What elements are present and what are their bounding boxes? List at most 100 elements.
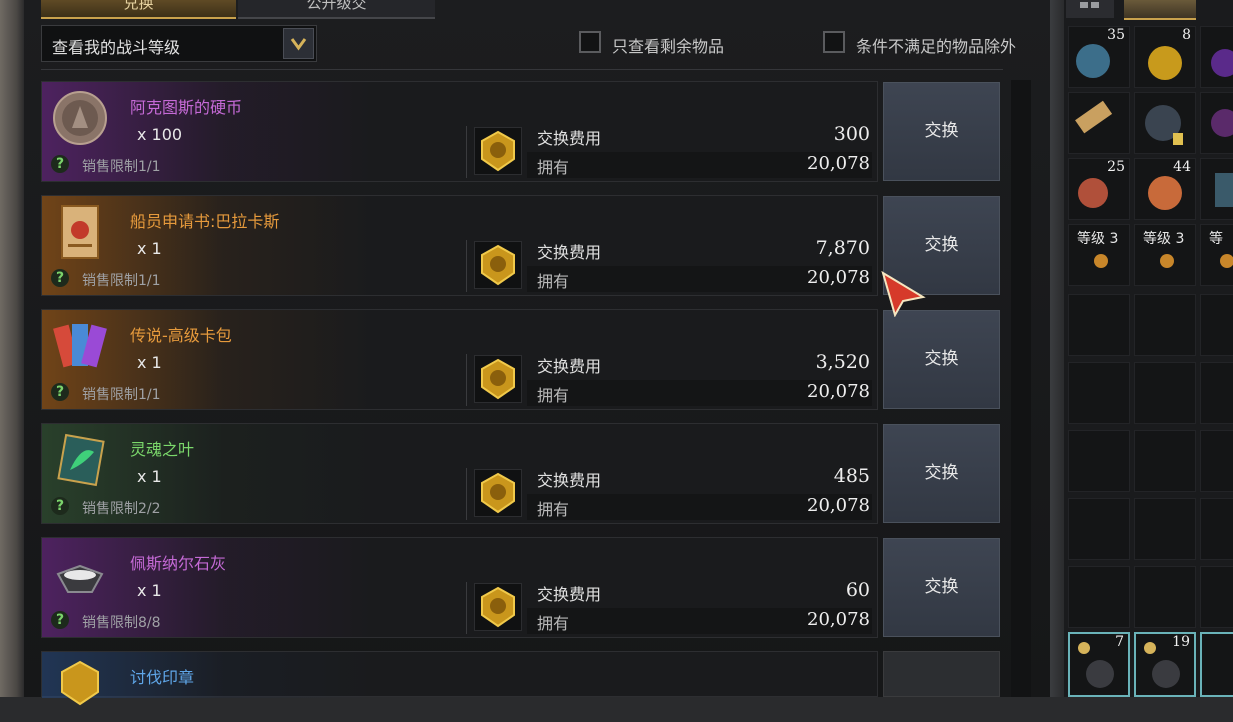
owned-value: 20,078 <box>807 381 870 402</box>
remaining-items-checkbox[interactable] <box>579 31 601 53</box>
inventory-slot[interactable] <box>1200 632 1233 697</box>
cost-label: 交换费用 <box>537 129 602 148</box>
item-name: 船员申请书:巴拉卡斯 <box>130 212 280 231</box>
header-divider <box>41 69 1003 70</box>
inventory-slot-empty[interactable] <box>1200 362 1233 424</box>
inventory-slot-empty[interactable] <box>1134 362 1196 424</box>
cost-value: 7,870 <box>815 237 870 259</box>
remaining-items-label: 只查看剩余物品 <box>612 37 725 56</box>
exclude-unmet-checkbox[interactable] <box>823 31 845 53</box>
inventory-slot-empty[interactable] <box>1068 430 1130 492</box>
inventory-slot[interactable] <box>1200 158 1233 220</box>
slot-count: 19 <box>1172 634 1190 650</box>
inventory-slot-empty[interactable] <box>1068 362 1130 424</box>
inventory-slot[interactable]: 等级 3 <box>1068 224 1130 286</box>
slot-count: 44 <box>1173 159 1191 175</box>
tab-dismantle[interactable]: 公开级交 <box>238 0 435 19</box>
exchange-button-disabled[interactable] <box>883 651 1000 697</box>
inventory-slot[interactable]: 44 <box>1134 158 1196 220</box>
inventory-slot[interactable]: 25 <box>1068 158 1130 220</box>
seal-item-icon[interactable] <box>52 658 108 718</box>
inventory-slot[interactable]: 8 <box>1134 26 1196 88</box>
inventory-slot-empty[interactable] <box>1200 430 1233 492</box>
inventory-slot-empty[interactable] <box>1200 294 1233 356</box>
cursor-icon <box>881 270 927 318</box>
cost-value: 300 <box>833 123 870 145</box>
inventory-tab-active[interactable] <box>1124 0 1196 20</box>
card-pack-icon[interactable] <box>52 316 108 376</box>
help-icon[interactable]: ? <box>51 497 69 515</box>
inventory-slot[interactable]: 19 <box>1134 632 1196 697</box>
inventory-slot[interactable] <box>1068 92 1130 154</box>
coin-item-icon[interactable] <box>52 88 108 148</box>
inventory-slot-empty[interactable] <box>1134 566 1196 628</box>
cost-line: 交换费用 485 <box>527 464 872 491</box>
level-label: 等级 3 <box>1077 231 1119 247</box>
slot-count: 7 <box>1115 634 1124 650</box>
exclude-unmet-label: 条件不满足的物品除外 <box>856 37 1017 56</box>
item-name: 传说-高级卡包 <box>130 326 232 345</box>
stone-ash-icon[interactable] <box>52 544 108 604</box>
inventory-slot[interactable]: 等 <box>1200 224 1233 286</box>
inventory-slot[interactable]: 7 <box>1068 632 1130 697</box>
scroll-item-icon[interactable] <box>52 202 108 262</box>
level-label: 等 <box>1209 231 1223 247</box>
inventory-slot-empty[interactable] <box>1134 294 1196 356</box>
exchange-button[interactable]: 交换 <box>883 310 1000 409</box>
currency-icon <box>474 583 522 631</box>
exchange-button[interactable]: 交换 <box>883 82 1000 181</box>
cost-line: 交换费用 300 <box>527 122 872 149</box>
battle-level-dropdown[interactable]: 查看我的战斗等级 <box>41 25 317 62</box>
cost-label: 交换费用 <box>537 585 602 604</box>
help-icon[interactable]: ? <box>51 269 69 287</box>
inventory-slot-empty[interactable] <box>1068 294 1130 356</box>
exchange-row: 佩斯纳尔石灰 x 1 ? 销售限制8/8 交换费用 60 拥有 20,078 <box>41 537 878 638</box>
inventory-slot[interactable]: 35 <box>1068 26 1130 88</box>
item-quantity: x 1 <box>137 467 162 486</box>
grid-view-icon[interactable] <box>1066 0 1114 18</box>
row-divider <box>466 126 467 178</box>
dropdown-label: 查看我的战斗等级 <box>52 38 181 57</box>
owned-line: 拥有 20,078 <box>527 608 872 634</box>
owned-value: 20,078 <box>807 267 870 288</box>
inventory-slot[interactable]: 等级 3 <box>1134 224 1196 286</box>
row-divider <box>466 240 467 292</box>
inventory-slot-empty[interactable] <box>1200 566 1233 628</box>
help-icon[interactable]: ? <box>51 383 69 401</box>
owned-line: 拥有 20,078 <box>527 152 872 178</box>
cost-label: 交换费用 <box>537 243 602 262</box>
leaf-item-icon[interactable] <box>52 430 108 490</box>
cost-line: 交换费用 7,870 <box>527 236 872 263</box>
inventory-slot-empty[interactable] <box>1134 430 1196 492</box>
owned-label: 拥有 <box>537 500 570 519</box>
inventory-slot[interactable] <box>1200 92 1233 154</box>
row-divider <box>466 582 467 634</box>
owned-label: 拥有 <box>537 386 570 405</box>
owned-line: 拥有 20,078 <box>527 494 872 520</box>
exchange-button[interactable]: 交换 <box>883 424 1000 523</box>
exchange-row: 讨伐印章 <box>41 651 878 706</box>
cost-value: 485 <box>833 465 870 487</box>
tab-exchange[interactable]: 兑换 <box>41 0 236 19</box>
row-divider <box>466 468 467 520</box>
exchange-button[interactable]: 交换 <box>883 538 1000 637</box>
exchange-row: 船员申请书:巴拉卡斯 x 1 ? 销售限制1/1 交换费用 7,870 拥有 2… <box>41 195 878 296</box>
item-name: 阿克图斯的硬币 <box>130 98 243 117</box>
cost-value: 60 <box>845 579 870 601</box>
inventory-slot-empty[interactable] <box>1200 498 1233 560</box>
owned-line: 拥有 20,078 <box>527 266 872 292</box>
scrollbar[interactable] <box>1011 80 1031 697</box>
currency-icon <box>474 469 522 517</box>
inventory-panel: 35 8 25 44 等级 3 等级 3 等 7 19 <box>1064 0 1233 697</box>
inventory-slot-empty[interactable] <box>1068 566 1130 628</box>
sale-limit: 销售限制1/1 <box>82 387 161 403</box>
item-name: 佩斯纳尔石灰 <box>130 554 227 573</box>
inventory-slot-empty[interactable] <box>1068 498 1130 560</box>
help-icon[interactable]: ? <box>51 155 69 173</box>
chevron-down-icon[interactable] <box>283 28 314 59</box>
inventory-slot-empty[interactable] <box>1134 498 1196 560</box>
sale-limit: 销售限制8/8 <box>82 615 161 631</box>
help-icon[interactable]: ? <box>51 611 69 629</box>
inventory-slot[interactable] <box>1200 26 1233 88</box>
inventory-slot[interactable] <box>1134 92 1196 154</box>
